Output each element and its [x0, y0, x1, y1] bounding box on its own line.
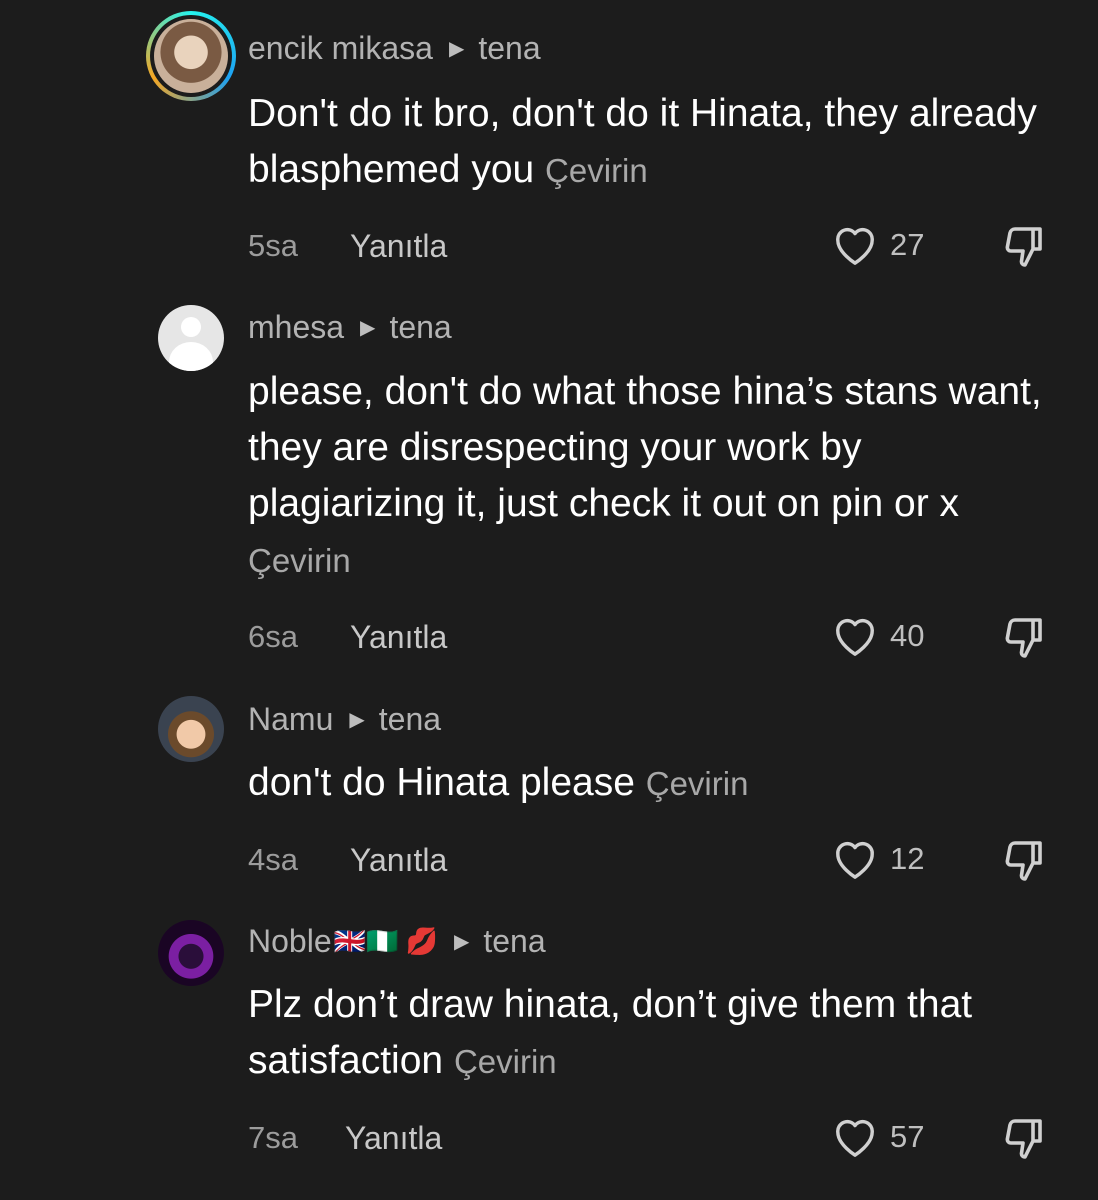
like-count: 12	[890, 841, 925, 876]
like-count: 40	[890, 618, 925, 653]
thumbs-down-icon[interactable]	[1000, 1115, 1050, 1163]
timestamp: 6sa	[248, 619, 298, 654]
avatar[interactable]	[146, 11, 236, 101]
translate-link[interactable]: Çevirin	[646, 765, 749, 802]
comment-header: mhesa ▶ tena	[248, 309, 452, 346]
timestamp: 5sa	[248, 228, 298, 263]
comment-meta: 4sa Yanıtla	[248, 842, 447, 878]
thumbs-down-icon[interactable]	[1000, 223, 1050, 271]
heart-outline-icon[interactable]	[832, 838, 878, 880]
avatar-image	[158, 696, 224, 762]
like-button[interactable]: 27	[832, 224, 924, 266]
comment-body: please, don't do what those hina’s stans…	[248, 370, 1042, 525]
avatar-image	[158, 920, 224, 986]
thumbs-down-icon[interactable]	[1000, 837, 1050, 885]
heart-outline-icon[interactable]	[832, 1116, 878, 1158]
comment-header: Noble 🇬🇧🇳🇬 💋 ▶ tena	[248, 923, 546, 960]
reply-to-username[interactable]: tena	[389, 309, 451, 346]
avatar-body-shape	[169, 342, 213, 371]
username[interactable]: Namu	[248, 701, 333, 738]
comment-header: encik mikasa ▶ tena	[248, 30, 541, 67]
comment-text: don't do Hinata please Çevirin	[248, 755, 1068, 812]
comment-meta: 7sa Yanıtla	[248, 1120, 442, 1156]
comment-header: Namu ▶ tena	[248, 701, 441, 738]
like-button[interactable]: 40	[832, 615, 924, 657]
reply-button[interactable]: Yanıtla	[350, 619, 447, 656]
reply-to-username[interactable]: tena	[379, 701, 441, 738]
avatar-head-shape	[181, 317, 201, 337]
username-emoji: 🇬🇧🇳🇬 💋	[333, 926, 438, 956]
reply-arrow-icon: ▶	[349, 709, 365, 731]
comment-body: Plz don’t draw hinata, don’t give them t…	[248, 983, 973, 1082]
username[interactable]: Noble	[248, 923, 332, 960]
like-count: 57	[890, 1119, 925, 1154]
translate-link[interactable]: Çevirin	[248, 542, 351, 579]
comment-text: Don't do it bro, don't do it Hinata, the…	[248, 86, 1068, 199]
translate-link[interactable]: Çevirin	[545, 152, 648, 189]
username[interactable]: encik mikasa	[248, 30, 433, 67]
reply-to-username[interactable]: tena	[478, 30, 540, 67]
comment-text: Plz don’t draw hinata, don’t give them t…	[248, 977, 1068, 1090]
comment-meta: 5sa Yanıtla	[248, 228, 447, 264]
avatar-ring-inner	[150, 15, 232, 97]
avatar[interactable]	[158, 920, 224, 986]
reply-arrow-icon: ▶	[360, 317, 376, 339]
like-button[interactable]: 12	[832, 838, 924, 880]
reply-arrow-icon: ▶	[453, 931, 470, 953]
reply-button[interactable]: Yanıtla	[350, 842, 447, 879]
username[interactable]: mhesa	[248, 309, 344, 346]
avatar-image	[154, 19, 228, 93]
heart-outline-icon[interactable]	[832, 615, 878, 657]
reply-to-username[interactable]: tena	[483, 923, 545, 960]
comment-text: please, don't do what those hina’s stans…	[248, 364, 1068, 589]
like-count: 27	[890, 227, 925, 262]
avatar[interactable]	[158, 305, 224, 371]
default-avatar-icon	[158, 305, 224, 371]
reply-button[interactable]: Yanıtla	[345, 1120, 442, 1157]
like-button[interactable]: 57	[832, 1116, 924, 1158]
translate-link[interactable]: Çevirin	[454, 1043, 557, 1080]
timestamp: 7sa	[248, 1120, 298, 1155]
thumbs-down-icon[interactable]	[1000, 614, 1050, 662]
timestamp: 4sa	[248, 842, 298, 877]
comment-body: don't do Hinata please	[248, 761, 635, 804]
comment-meta: 6sa Yanıtla	[248, 619, 447, 655]
reply-button[interactable]: Yanıtla	[350, 228, 447, 265]
heart-outline-icon[interactable]	[832, 224, 878, 266]
avatar[interactable]	[158, 696, 224, 762]
reply-arrow-icon: ▶	[448, 38, 465, 60]
